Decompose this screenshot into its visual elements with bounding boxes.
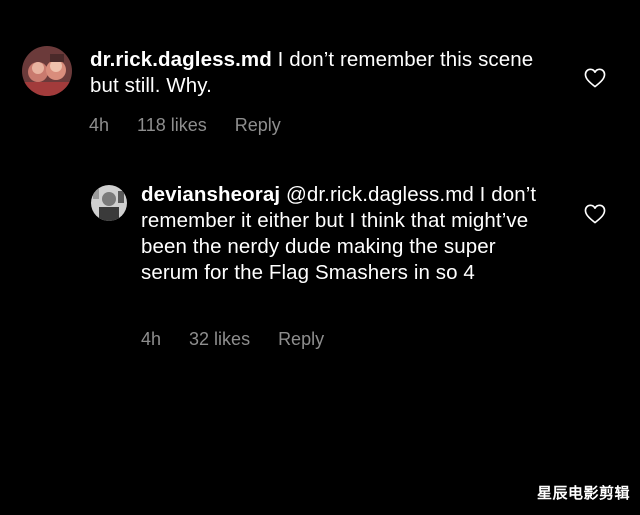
reply-button[interactable]: Reply <box>278 329 324 350</box>
heart-outline-icon[interactable] <box>584 68 606 88</box>
timestamp: 4h <box>141 329 162 349</box>
watermark: 星辰电影剪辑 <box>536 484 630 502</box>
timestamp: 4h <box>89 115 110 135</box>
avatar[interactable] <box>22 46 72 96</box>
reply-comment: deviansheoraj @dr.rick.dagless.md I don’… <box>91 182 541 286</box>
comment: dr.rick.dagless.md I don’t remember this… <box>22 46 540 99</box>
username[interactable]: dr.rick.dagless.md <box>90 48 272 71</box>
comment-meta: 4h 32 likes Reply <box>141 329 324 350</box>
avatar[interactable] <box>91 185 127 221</box>
reply-button[interactable]: Reply <box>235 115 281 136</box>
heart-outline-icon[interactable] <box>584 204 606 224</box>
comment-text: deviansheoraj @dr.rick.dagless.md I don’… <box>141 182 541 286</box>
likes-count[interactable]: 118 likes <box>137 115 207 136</box>
comment-meta: 4h 118 likes Reply <box>89 115 281 136</box>
likes-count[interactable]: 32 likes <box>189 329 250 350</box>
comment-text: dr.rick.dagless.md I don’t remember this… <box>90 47 540 99</box>
username[interactable]: deviansheoraj <box>141 183 280 206</box>
